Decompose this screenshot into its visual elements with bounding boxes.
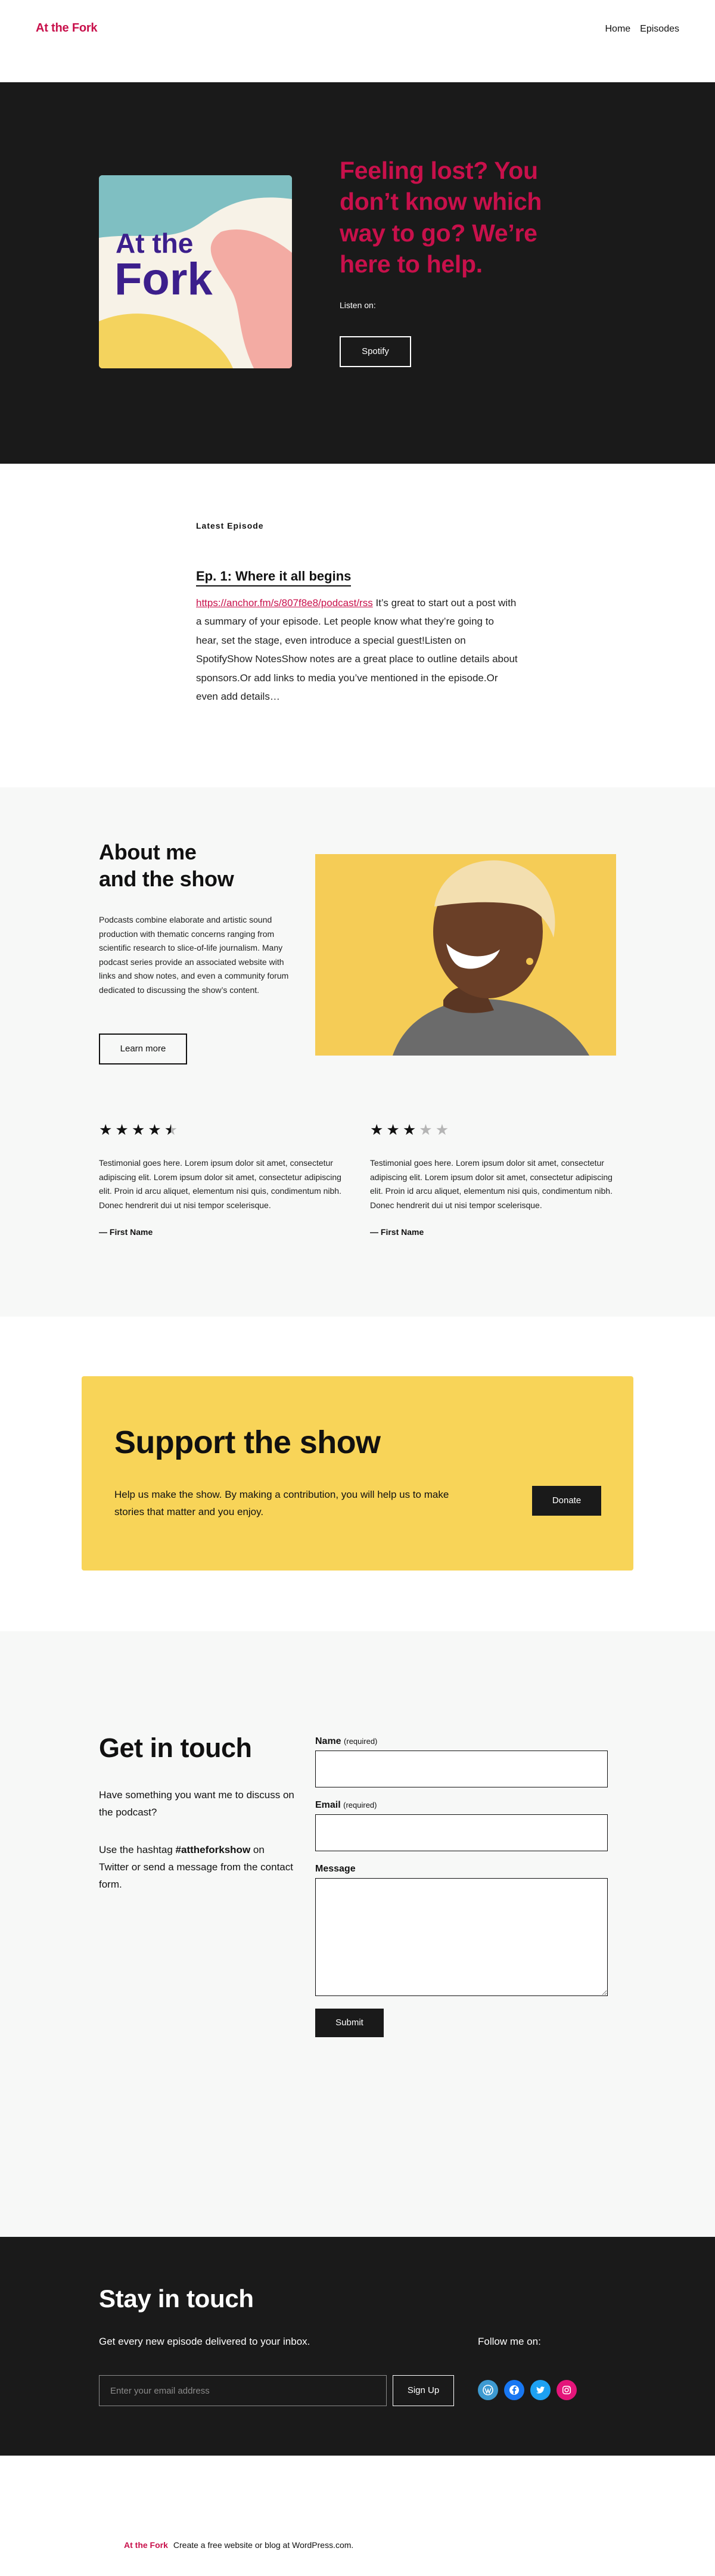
contact-form: Name (required) Email (required) Message… <box>315 1736 608 2037</box>
site-header: At the Fork Home Episodes <box>0 0 715 82</box>
main-nav: Home Episodes <box>605 24 679 35</box>
latest-episode-label: Latest Episode <box>196 521 264 530</box>
message-field-group: Message <box>315 1864 608 1996</box>
testimonial-text: Testimonial goes here. Lorem ipsum dolor… <box>99 1158 341 1210</box>
name-label-text: Name <box>315 1736 341 1746</box>
email-field[interactable] <box>315 1814 608 1851</box>
support-text: Help us make the show. By making a contr… <box>114 1489 449 1518</box>
episode-title-link[interactable]: Ep. 1: Where it all begins <box>196 569 352 586</box>
site-title-link[interactable]: At the Fork <box>36 21 98 35</box>
hero-headline: Feeling lost? You don’t know which way t… <box>340 157 542 278</box>
support-callout: Support the show Help us make the show. … <box>82 1376 633 1571</box>
newsletter-section: Stay in touch Get every new episode deli… <box>0 2237 715 2456</box>
social-links <box>478 2380 577 2400</box>
contact-section: Get in touch Have something you want me … <box>0 1631 715 2237</box>
signup-button[interactable]: Sign Up <box>393 2375 454 2406</box>
star-full-icon: ★ <box>99 1122 113 1138</box>
email-field-group: Email (required) <box>315 1800 608 1851</box>
star-half-icon: ★ <box>164 1122 178 1138</box>
episode-excerpt: https://anchor.fm/s/807f8e8/podcast/rss … <box>196 594 518 706</box>
facebook-icon[interactable] <box>504 2380 524 2400</box>
testimonial-text: Testimonial goes here. Lorem ipsum dolor… <box>370 1158 613 1210</box>
star-full-icon: ★ <box>148 1122 161 1138</box>
star-full-icon: ★ <box>402 1122 416 1138</box>
message-field[interactable] <box>315 1878 608 1996</box>
nav-item-episodes[interactable]: Episodes <box>640 24 679 35</box>
footer-wordpress-link[interactable]: Create a free website or blog at WordPre… <box>173 2540 353 2550</box>
required-note: (required) <box>344 1737 378 1746</box>
latest-episode-section: Latest Episode Ep. 1: Where it all begin… <box>0 464 715 787</box>
rating-stars: ★ ★ ★ ★ ★ <box>99 1123 349 1138</box>
spotify-button[interactable]: Spotify <box>340 336 411 367</box>
newsletter-title: Stay in touch <box>99 2285 254 2313</box>
site-footer: At the Fork Create a free website or blo… <box>0 2456 715 2576</box>
cover-art-graphic: At the Fork <box>99 175 292 368</box>
testimonial-author: — First Name <box>99 1227 153 1237</box>
episode-rss-link[interactable]: https://anchor.fm/s/807f8e8/podcast/rss <box>196 597 373 609</box>
hero-text-block: Feeling lost? You don’t know which way t… <box>340 155 590 367</box>
star-full-icon: ★ <box>131 1122 145 1138</box>
star-empty-icon: ★ <box>419 1122 433 1138</box>
submit-button[interactable]: Submit <box>315 2009 384 2037</box>
about-section: About me and the show Podcasts combine e… <box>0 787 715 1317</box>
episode-excerpt-text: It’s great to start out a post with a su… <box>196 597 518 703</box>
support-section: Support the show Help us make the show. … <box>0 1317 715 1631</box>
message-label: Message <box>315 1864 356 1874</box>
name-label: Name (required) <box>315 1736 377 1746</box>
twitter-icon[interactable] <box>530 2380 551 2400</box>
instagram-icon[interactable] <box>557 2380 577 2400</box>
testimonial-1: ★ ★ ★ ★ ★ Testimonial goes here. Lorem i… <box>99 1123 349 1237</box>
wordpress-icon[interactable] <box>478 2380 498 2400</box>
nav-item-home[interactable]: Home <box>605 24 630 35</box>
name-field-group: Name (required) <box>315 1736 608 1787</box>
about-description: Podcasts combine elaborate and artistic … <box>99 915 289 995</box>
contact-hashtag-prefix: Use the hashtag <box>99 1844 176 1855</box>
learn-more-button[interactable]: Learn more <box>99 1033 187 1064</box>
host-photo-graphic <box>315 854 616 1056</box>
name-field[interactable] <box>315 1751 608 1787</box>
email-label: Email (required) <box>315 1800 377 1810</box>
star-full-icon: ★ <box>370 1122 384 1138</box>
listen-on-label: Listen on: <box>340 300 376 310</box>
support-title: Support the show <box>114 1424 381 1460</box>
testimonial-2: ★ ★ ★ ★ ★ Testimonial goes here. Lorem i… <box>370 1123 620 1237</box>
follow-label: Follow me on: <box>478 2336 541 2347</box>
hashtag: #attheforkshow <box>175 1844 251 1855</box>
about-title-line1: About me <box>99 840 197 864</box>
star-full-icon: ★ <box>386 1122 400 1138</box>
podcast-cover-art: At the Fork <box>99 175 292 368</box>
star-full-icon: ★ <box>115 1122 129 1138</box>
contact-intro: Have something you want me to discuss on… <box>99 1789 294 1818</box>
star-empty-icon: ★ <box>435 1122 449 1138</box>
hero-section: At the Fork Feeling lost? You don’t know… <box>0 82 715 464</box>
cover-title-line2: Fork <box>114 254 213 305</box>
testimonial-author: — First Name <box>370 1227 424 1237</box>
email-label-text: Email <box>315 1800 341 1810</box>
about-title-line2: and the show <box>99 867 234 891</box>
donate-button[interactable]: Donate <box>532 1486 601 1516</box>
contact-title: Get in touch <box>99 1733 252 1763</box>
about-title: About me and the show <box>99 839 234 892</box>
host-photo <box>315 854 616 1056</box>
newsletter-email-input[interactable] <box>99 2375 387 2406</box>
contact-hashtag-text: Use the hashtag #attheforkshow on Twitte… <box>99 1841 296 1894</box>
rating-stars: ★ ★ ★ ★ ★ <box>370 1123 620 1138</box>
newsletter-subtitle: Get every new episode delivered to your … <box>99 2336 310 2347</box>
footer-credits: At the Fork Create a free website or blo… <box>124 2540 353 2550</box>
footer-site-title[interactable]: At the Fork <box>124 2540 168 2550</box>
required-note: (required) <box>343 1801 377 1810</box>
